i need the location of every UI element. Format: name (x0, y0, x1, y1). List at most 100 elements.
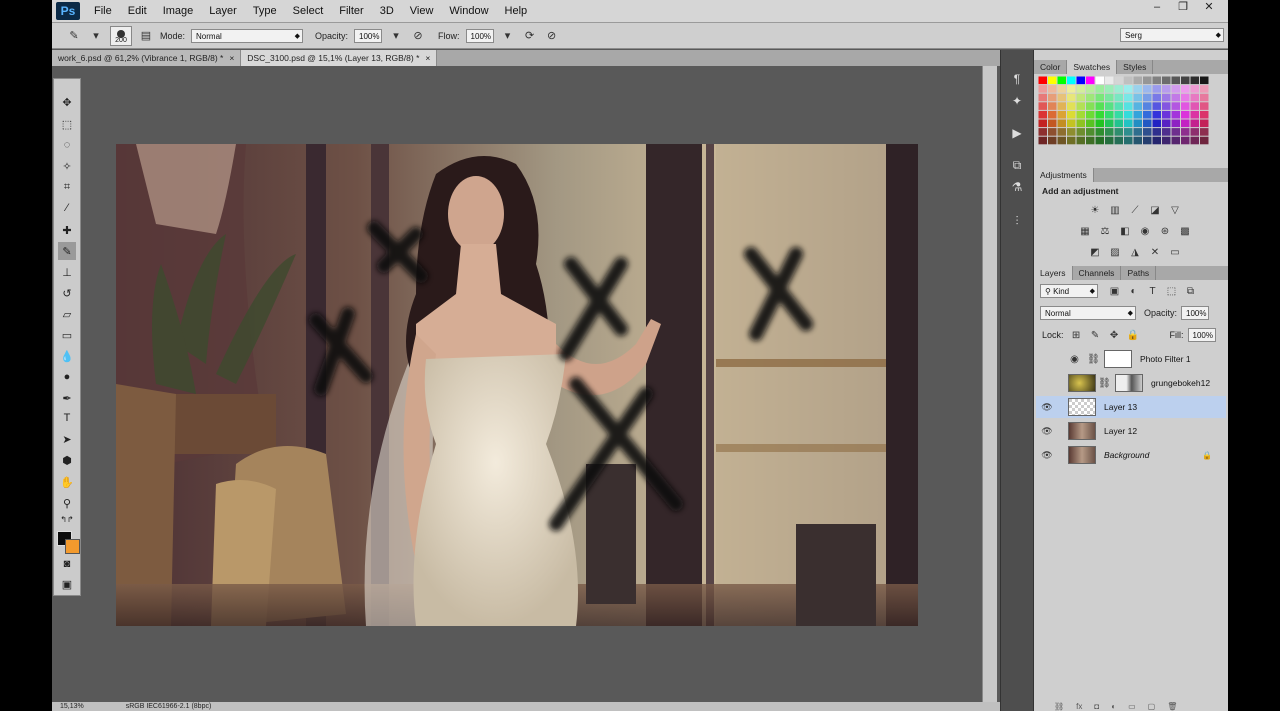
path-select-tool-icon[interactable]: ➤ (58, 430, 76, 448)
color-swatch[interactable] (1171, 136, 1181, 145)
color-swatch[interactable] (1095, 119, 1105, 128)
trash-icon[interactable]: 🗑 (1167, 702, 1177, 711)
color-swatch[interactable] (1048, 93, 1057, 102)
color-swatch[interactable] (1190, 76, 1200, 85)
color-swatch[interactable] (1124, 102, 1133, 110)
color-swatch[interactable] (1190, 119, 1200, 128)
color-swatch[interactable] (1152, 136, 1162, 145)
pressure-opacity-icon[interactable]: ⊘ (410, 28, 426, 44)
color-swatch[interactable] (1048, 102, 1057, 110)
layer-kind-filter[interactable]: ⚲ Kind ◆ (1040, 284, 1098, 298)
color-swatch[interactable] (1114, 110, 1124, 119)
brush-panel-icon[interactable]: ▤ (138, 28, 154, 44)
color-swatch[interactable] (1086, 119, 1095, 128)
color-swatch[interactable] (1143, 76, 1152, 85)
color-swatch[interactable] (1152, 93, 1162, 102)
color-swatch[interactable] (1200, 76, 1209, 85)
color-swatch[interactable] (1105, 102, 1114, 110)
color-swatch[interactable] (1076, 85, 1086, 93)
layer-opacity-input[interactable]: 100% (1181, 306, 1210, 320)
brush-tool-preset-icon[interactable]: ✎ (66, 28, 82, 44)
color-swatch[interactable] (1181, 119, 1190, 128)
new-layer-icon[interactable]: ▢ (1148, 702, 1156, 711)
color-swatch[interactable] (1143, 110, 1152, 119)
color-swatch[interactable] (1171, 110, 1181, 119)
lock-image-icon[interactable]: ✎ (1089, 329, 1102, 341)
color-swatch[interactable] (1133, 136, 1143, 145)
menu-filter[interactable]: Filter (331, 5, 371, 17)
color-swatch[interactable] (1095, 128, 1105, 136)
color-swatch[interactable] (1086, 93, 1095, 102)
color-swatch[interactable] (1095, 85, 1105, 93)
color-swatch[interactable] (1105, 85, 1114, 93)
color-balance-icon[interactable]: ⚖ (1099, 226, 1112, 238)
hue-saturation-icon[interactable]: ▦ (1079, 226, 1092, 238)
color-swatch[interactable] (1038, 76, 1048, 85)
color-swatch[interactable] (1038, 128, 1048, 136)
invert-icon[interactable]: ◩ (1089, 247, 1102, 259)
menu-window[interactable]: Window (441, 5, 496, 17)
swatches-grid[interactable] (1038, 76, 1216, 150)
brush-size-picker[interactable]: 200 (110, 25, 132, 46)
restore-button[interactable]: ❐ (1170, 0, 1196, 14)
layer-mask-thumbnail[interactable] (1115, 374, 1143, 392)
play-actions-icon[interactable]: ▶ (1006, 124, 1028, 142)
history-panel-icon[interactable]: ⧉ (1006, 156, 1028, 174)
color-swatch[interactable] (1181, 110, 1190, 119)
posterize-icon[interactable]: ▨ (1109, 247, 1122, 259)
color-swatch[interactable] (1076, 102, 1086, 110)
color-swatch[interactable] (1152, 102, 1162, 110)
color-swatch[interactable] (1152, 85, 1162, 93)
color-swatch[interactable] (1190, 93, 1200, 102)
opacity-input[interactable]: 100% (354, 28, 383, 43)
color-swatch[interactable] (1162, 76, 1171, 85)
add-mask-icon[interactable]: ◘ (1094, 702, 1099, 711)
type-tool-icon[interactable]: T (58, 409, 76, 427)
tab-dsc3100[interactable]: DSC_3100.psd @ 15,1% (Layer 13, RGB/8) *… (241, 50, 438, 66)
canvas-image[interactable] (116, 144, 918, 626)
color-swatch[interactable] (1152, 119, 1162, 128)
pen-tool-icon[interactable]: ✒ (58, 389, 76, 407)
lock-transparent-icon[interactable]: ⊞ (1070, 329, 1083, 341)
color-swatch[interactable] (1171, 85, 1181, 93)
color-swatch[interactable] (1200, 85, 1209, 93)
layer-row-background[interactable]: 👁 Background 🔒 (1036, 444, 1226, 466)
color-lookup-icon[interactable]: ▩ (1179, 226, 1192, 238)
color-swatch[interactable] (1162, 128, 1171, 136)
color-swatch[interactable] (1057, 128, 1067, 136)
color-swatch[interactable] (1124, 119, 1133, 128)
color-swatch[interactable] (1105, 128, 1114, 136)
color-swatch[interactable] (1057, 76, 1067, 85)
color-swatch[interactable] (1076, 119, 1086, 128)
menu-layer[interactable]: Layer (201, 5, 245, 17)
color-swatch[interactable] (1143, 93, 1152, 102)
mode-select[interactable]: Normal ◆ (191, 28, 304, 43)
tab-color[interactable]: Color (1034, 60, 1068, 74)
color-swatch[interactable] (1171, 128, 1181, 136)
color-swatch[interactable] (1181, 102, 1190, 110)
color-swatch[interactable] (1038, 119, 1048, 128)
color-swatch[interactable] (1133, 76, 1143, 85)
color-swatch[interactable] (1200, 128, 1209, 136)
color-swatch[interactable] (1067, 119, 1076, 128)
color-swatch[interactable] (1067, 85, 1076, 93)
color-swatch[interactable] (1076, 128, 1086, 136)
color-swatch[interactable] (1162, 136, 1171, 145)
close-icon[interactable]: × (229, 53, 234, 63)
color-swatch[interactable] (1162, 119, 1171, 128)
channel-mixer-icon[interactable]: ⊛ (1159, 226, 1172, 238)
filter-shape-icon[interactable]: ⬚ (1165, 285, 1178, 297)
paragraph-panel-icon[interactable]: ¶ (1006, 70, 1028, 88)
color-swatch[interactable] (1162, 110, 1171, 119)
color-swatch[interactable] (1076, 136, 1086, 145)
color-swatch[interactable] (1095, 136, 1105, 145)
eye-icon[interactable]: 👁 (1040, 450, 1054, 461)
color-swatch[interactable] (1171, 119, 1181, 128)
color-swatch[interactable] (1152, 110, 1162, 119)
color-swatch[interactable] (1124, 136, 1133, 145)
curves-icon[interactable]: ⟋ (1129, 205, 1142, 217)
color-swatch[interactable] (1162, 85, 1171, 93)
color-swatch[interactable] (1143, 119, 1152, 128)
color-swatch[interactable] (1057, 136, 1067, 145)
color-swatch[interactable] (1095, 76, 1105, 85)
